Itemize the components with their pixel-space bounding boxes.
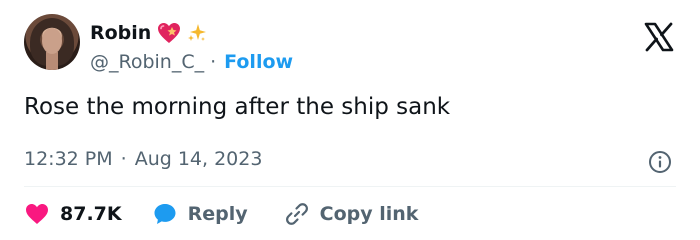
divider	[24, 186, 676, 187]
like-heart-icon	[26, 204, 48, 224]
link-icon	[285, 203, 308, 225]
tweet-date[interactable]: Aug 14, 2023	[135, 148, 263, 170]
sparkles-emoji-icon	[188, 24, 207, 41]
reply-bubble-icon	[154, 204, 176, 224]
avatar-neck	[46, 52, 58, 70]
handle-row: @_Robin_C_ · Follow	[90, 50, 293, 74]
copy-link-label: Copy link	[319, 203, 419, 225]
reply-label: Reply	[187, 203, 248, 225]
author-name-row: Robin	[90, 20, 207, 46]
tweet-card: Robin @_Robin_C_ · Follow Rose the morni…	[0, 0, 700, 240]
likes-count: 87.7K	[60, 203, 122, 225]
like-button[interactable]: 87.7K	[24, 201, 122, 227]
handle-separator: ·	[210, 51, 217, 73]
author-handle[interactable]: @_Robin_C_	[90, 51, 204, 73]
avatar[interactable]	[24, 14, 80, 70]
copy-link-button[interactable]: Copy link	[284, 201, 419, 227]
tweet-actions: 87.7K Reply Copy link	[24, 200, 418, 228]
avatar-face	[42, 28, 62, 54]
x-logo-icon[interactable]	[644, 22, 674, 52]
reply-button[interactable]: Reply	[152, 201, 248, 227]
display-name[interactable]: Robin	[90, 22, 151, 44]
heart-emoji-icon	[158, 23, 181, 43]
tweet-time[interactable]: 12:32 PM	[24, 148, 113, 170]
tweet-text: Rose the morning after the ship sank	[24, 94, 451, 120]
info-icon[interactable]	[648, 150, 672, 174]
follow-button[interactable]: Follow	[224, 51, 293, 73]
timestamp-separator: ·	[120, 148, 127, 170]
tweet-timestamp[interactable]: 12:32 PM · Aug 14, 2023	[24, 148, 262, 170]
